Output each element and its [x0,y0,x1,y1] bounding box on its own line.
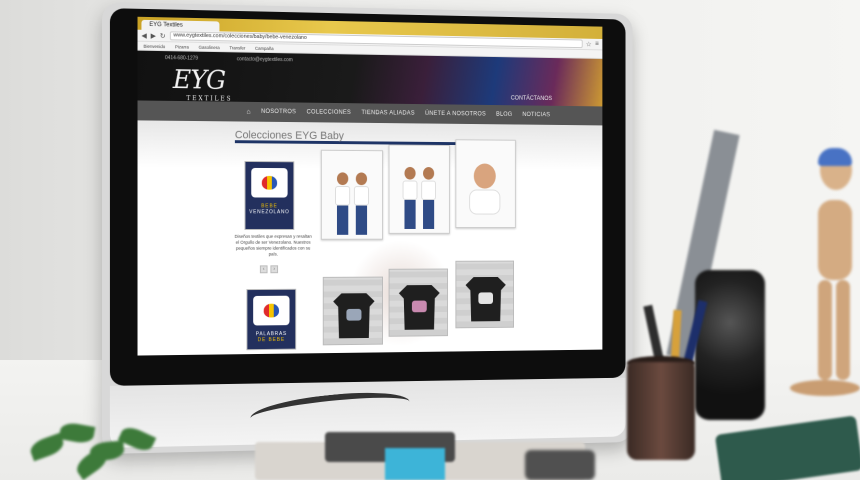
logo-mark: EYG [172,65,226,96]
nav-item-tiendas[interactable]: TIENDAS ALIADAS [361,110,414,116]
heart-icon [263,303,280,318]
forward-icon[interactable]: ▶ [151,31,156,39]
back-icon[interactable]: ◀ [141,31,146,39]
desk-items [255,432,595,480]
nav-item-nosotros[interactable]: NOSOTROS [261,109,296,115]
nav-item-blog[interactable]: BLOG [496,112,512,118]
next-arrow-icon[interactable]: › [270,265,279,274]
browser-tab[interactable]: EYG Textiles [141,19,220,32]
product-photo[interactable] [455,139,516,228]
promo-line2: VENEZOLANO [249,209,290,216]
menu-icon[interactable]: ≡ [595,41,599,48]
bookmark-item[interactable]: Gasolinera [199,44,220,49]
potted-plant [20,408,200,480]
promo-palabras-de-bebe[interactable]: PALABRAS DE BEBE [246,288,297,351]
camera-lens [695,270,765,420]
contact-phone[interactable]: 0414-680-1279 [165,55,198,62]
bookmark-item[interactable]: Transfer [229,45,245,50]
prev-arrow-icon[interactable]: ‹ [259,265,268,274]
home-icon[interactable]: ⌂ [246,108,250,115]
shirt-photo[interactable] [455,260,515,329]
star-icon[interactable]: ☆ [586,40,592,48]
main-content: Colecciones EYG Baby BEBE VENEZOLANO Dis… [137,120,603,356]
page-title: Colecciones EYG Baby [234,129,344,143]
bookmark-item[interactable]: Campaña [255,45,274,50]
site-logo[interactable]: EYG TEXTILES [172,65,233,102]
product-photo[interactable] [388,144,450,234]
heart-icon [261,175,278,190]
nav-item-unete[interactable]: ÚNETE A NOSOTROS [425,111,486,118]
nav-item-contactanos[interactable]: CONTÁCTANOS [511,96,552,102]
bookmark-item[interactable]: Pizarra [175,44,189,49]
pen-cup [627,362,695,460]
wooden-manikin [780,148,860,400]
promo-bebe-venezolano[interactable]: BEBE VENEZOLANO [244,160,295,230]
shirt-photo[interactable] [322,276,384,346]
contact-email[interactable]: contacto@eygtextiles.com [237,56,293,63]
bookmark-item[interactable]: Bienvenido [143,43,165,48]
reload-icon[interactable]: ↻ [160,32,166,40]
carousel-controls: ‹ › [259,265,279,274]
imac-monitor: EYG Textiles ◀ ▶ ↻ www.eygtextiles.com/c… [102,2,633,454]
promo-line2: DE BEBE [257,336,286,344]
product-photo[interactable] [320,149,384,240]
screen: EYG Textiles ◀ ▶ ↻ www.eygtextiles.com/c… [137,16,603,356]
shirt-photo[interactable] [388,268,449,337]
nav-item-noticias[interactable]: NOTICIAS [522,112,550,118]
promo-description: Diseños textiles que expresan y resaltan… [234,233,312,257]
site-header: 0414-680-1279 contacto@eygtextiles.com E… [137,50,603,126]
nav-item-colecciones[interactable]: COLECCIONES [307,109,351,115]
